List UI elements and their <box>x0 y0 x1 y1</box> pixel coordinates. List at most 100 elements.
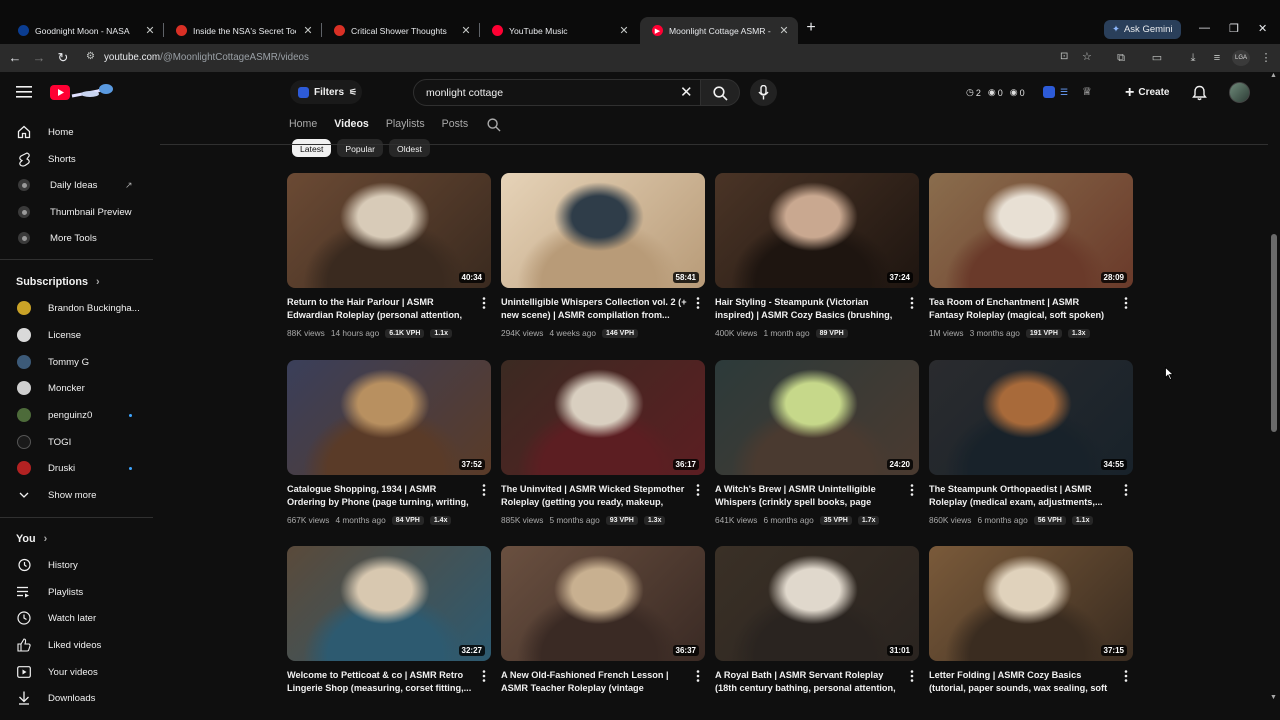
chip-popular[interactable]: Popular <box>337 139 384 157</box>
sidebar-subscription[interactable]: Tommy G <box>0 349 156 375</box>
more-actions-icon[interactable] <box>696 297 700 309</box>
more-actions-icon[interactable] <box>1124 297 1128 309</box>
search-box[interactable]: ✕ <box>413 79 701 106</box>
tab-playlists[interactable]: Playlists <box>386 118 425 132</box>
more-actions-icon[interactable] <box>482 484 486 496</box>
downloads-icon[interactable]: ⤓ <box>1185 50 1201 66</box>
video-title[interactable]: Welcome to Petticoat & co | ASMR Retro L… <box>287 669 473 695</box>
minimize-icon[interactable]: — <box>1199 22 1210 34</box>
hamburger-menu-icon[interactable] <box>16 86 32 98</box>
video-thumbnail[interactable]: 32:27 <box>287 546 491 661</box>
close-tab-icon[interactable]: ✕ <box>460 25 472 37</box>
create-button[interactable]: + Create <box>1117 79 1177 106</box>
scroll-down-arrow-icon[interactable]: ▼ <box>1270 694 1277 701</box>
sidebar-subscription[interactable]: Druski <box>0 455 156 481</box>
browser-tab[interactable]: Critical Shower Thoughts ✕ <box>322 17 480 44</box>
close-window-icon[interactable]: ✕ <box>1258 22 1267 35</box>
video-thumbnail[interactable]: 31:01 <box>715 546 919 661</box>
tab-home[interactable]: Home <box>289 118 317 132</box>
video-title[interactable]: Tea Room of Enchantment | ASMR Fantasy R… <box>929 296 1115 322</box>
filters-button[interactable]: Filters ⚟ <box>290 80 362 104</box>
extensions-icon[interactable]: ⧉ <box>1113 50 1129 66</box>
sidebar-item-liked-videos[interactable]: Liked videos <box>0 632 156 658</box>
video-thumbnail[interactable]: 24:20 <box>715 360 919 475</box>
sidebar-subscription[interactable]: Moncker <box>0 375 156 401</box>
back-icon[interactable]: ← <box>7 50 23 66</box>
tab-posts[interactable]: Posts <box>442 118 469 132</box>
more-actions-icon[interactable] <box>482 297 486 309</box>
notifications-bell-icon[interactable] <box>1192 85 1207 101</box>
video-title[interactable]: Return to the Hair Parlour | ASMR Edward… <box>287 296 473 322</box>
you-heading[interactable]: You › <box>16 533 47 545</box>
video-thumbnail[interactable]: 36:17 <box>501 360 705 475</box>
video-title[interactable]: Unintelligible Whispers Collection vol. … <box>501 296 687 322</box>
channel-search-icon[interactable] <box>487 118 501 132</box>
sidebar-item-history[interactable]: History <box>0 552 156 578</box>
new-tab-icon[interactable]: + <box>804 20 818 36</box>
browser-tab-active[interactable]: ▶ Moonlight Cottage ASMR - You ✕ <box>640 17 798 44</box>
extension-icon[interactable] <box>1043 86 1055 98</box>
video-title[interactable]: Letter Folding | ASMR Cozy Basics (tutor… <box>929 669 1115 695</box>
close-tab-icon[interactable]: ✕ <box>144 25 156 37</box>
browser-tab[interactable]: Inside the NSA's Secret Tool for ✕ <box>164 17 322 44</box>
trophy-icon[interactable]: ♕ <box>1082 85 1092 98</box>
restore-icon[interactable]: ❐ <box>1229 22 1239 35</box>
video-title[interactable]: The Uninvited | ASMR Wicked Stepmother R… <box>501 483 687 509</box>
more-actions-icon[interactable] <box>482 670 486 682</box>
video-thumbnail[interactable]: 28:09 <box>929 173 1133 288</box>
reload-icon[interactable]: ↻ <box>55 50 71 66</box>
close-tab-icon[interactable]: ✕ <box>778 25 790 37</box>
sidebar-subscription[interactable]: Brandon Buckingha... <box>0 295 156 321</box>
sidebar-item-watch-later[interactable]: Watch later <box>0 605 156 631</box>
more-actions-icon[interactable] <box>696 670 700 682</box>
subscriptions-heading[interactable]: Subscriptions › <box>16 276 100 288</box>
video-thumbnail[interactable]: 58:41 <box>501 173 705 288</box>
sidebar-subscription[interactable]: penguinz0 <box>0 402 156 428</box>
more-actions-icon[interactable] <box>696 484 700 496</box>
more-actions-icon[interactable] <box>1124 484 1128 496</box>
browser-menu-icon[interactable]: ⋮ <box>1258 50 1274 66</box>
scroll-up-arrow-icon[interactable]: ▲ <box>1270 72 1277 79</box>
video-title[interactable]: Hair Styling - Steampunk (Victorian insp… <box>715 296 901 322</box>
address-bar[interactable]: ⚙ youtube.com/@MoonlightCottageASMR/vide… <box>78 47 1092 69</box>
voice-search-button[interactable] <box>750 79 777 106</box>
site-info-icon[interactable]: ⚙ <box>86 51 95 62</box>
media-control-icon[interactable]: ≡ <box>1209 50 1225 66</box>
video-title[interactable]: Catalogue Shopping, 1934 | ASMR Ordering… <box>287 483 473 509</box>
video-thumbnail[interactable]: 34:55 <box>929 360 1133 475</box>
extension-list-icon[interactable]: ☰ <box>1060 87 1068 98</box>
video-title[interactable]: The Steampunk Orthopaedist | ASMR Rolepl… <box>929 483 1115 509</box>
sidebar-item-daily-ideas[interactable]: Daily Ideas ↗ <box>0 172 156 198</box>
video-thumbnail[interactable]: 37:52 <box>287 360 491 475</box>
forward-icon[interactable]: → <box>31 50 47 66</box>
clear-search-icon[interactable]: ✕ <box>680 85 693 100</box>
profile-avatar[interactable]: LGA <box>1232 50 1250 66</box>
more-actions-icon[interactable] <box>1124 670 1128 682</box>
tab-videos[interactable]: Videos <box>334 118 369 132</box>
install-app-icon[interactable]: ⊡ <box>1060 51 1068 62</box>
video-thumbnail[interactable]: 36:37 <box>501 546 705 661</box>
video-title[interactable]: A Royal Bath | ASMR Servant Roleplay (18… <box>715 669 901 695</box>
video-thumbnail[interactable]: 37:15 <box>929 546 1133 661</box>
search-input[interactable] <box>424 85 664 101</box>
sidebar-item-playlists[interactable]: Playlists <box>0 579 156 605</box>
youtube-logo[interactable] <box>50 83 116 103</box>
video-thumbnail[interactable]: 37:24 <box>715 173 919 288</box>
browser-tab[interactable]: Goodnight Moon - NASA ✕ <box>6 17 164 44</box>
sidebar-item-thumbnail-preview[interactable]: Thumbnail Preview <box>0 199 156 225</box>
scrollbar-thumb[interactable] <box>1271 234 1277 432</box>
close-tab-icon[interactable]: ✕ <box>618 25 630 37</box>
sidebar-subscription[interactable]: TOGI <box>0 429 156 455</box>
bookmark-star-icon[interactable]: ☆ <box>1082 50 1092 63</box>
more-actions-icon[interactable] <box>910 670 914 682</box>
video-thumbnail[interactable]: 40:34 <box>287 173 491 288</box>
chip-oldest[interactable]: Oldest <box>389 139 430 157</box>
more-actions-icon[interactable] <box>910 297 914 309</box>
account-avatar[interactable] <box>1229 82 1250 103</box>
sidebar-item-your-videos[interactable]: Your videos <box>0 659 156 685</box>
sidebar-item-home[interactable]: Home <box>0 119 156 145</box>
video-title[interactable]: A Witch's Brew | ASMR Unintelligible Whi… <box>715 483 901 509</box>
ask-gemini-button[interactable]: ✦ Ask Gemini <box>1104 20 1181 39</box>
sidebar-item-more-tools[interactable]: More Tools <box>0 225 156 251</box>
more-actions-icon[interactable] <box>910 484 914 496</box>
